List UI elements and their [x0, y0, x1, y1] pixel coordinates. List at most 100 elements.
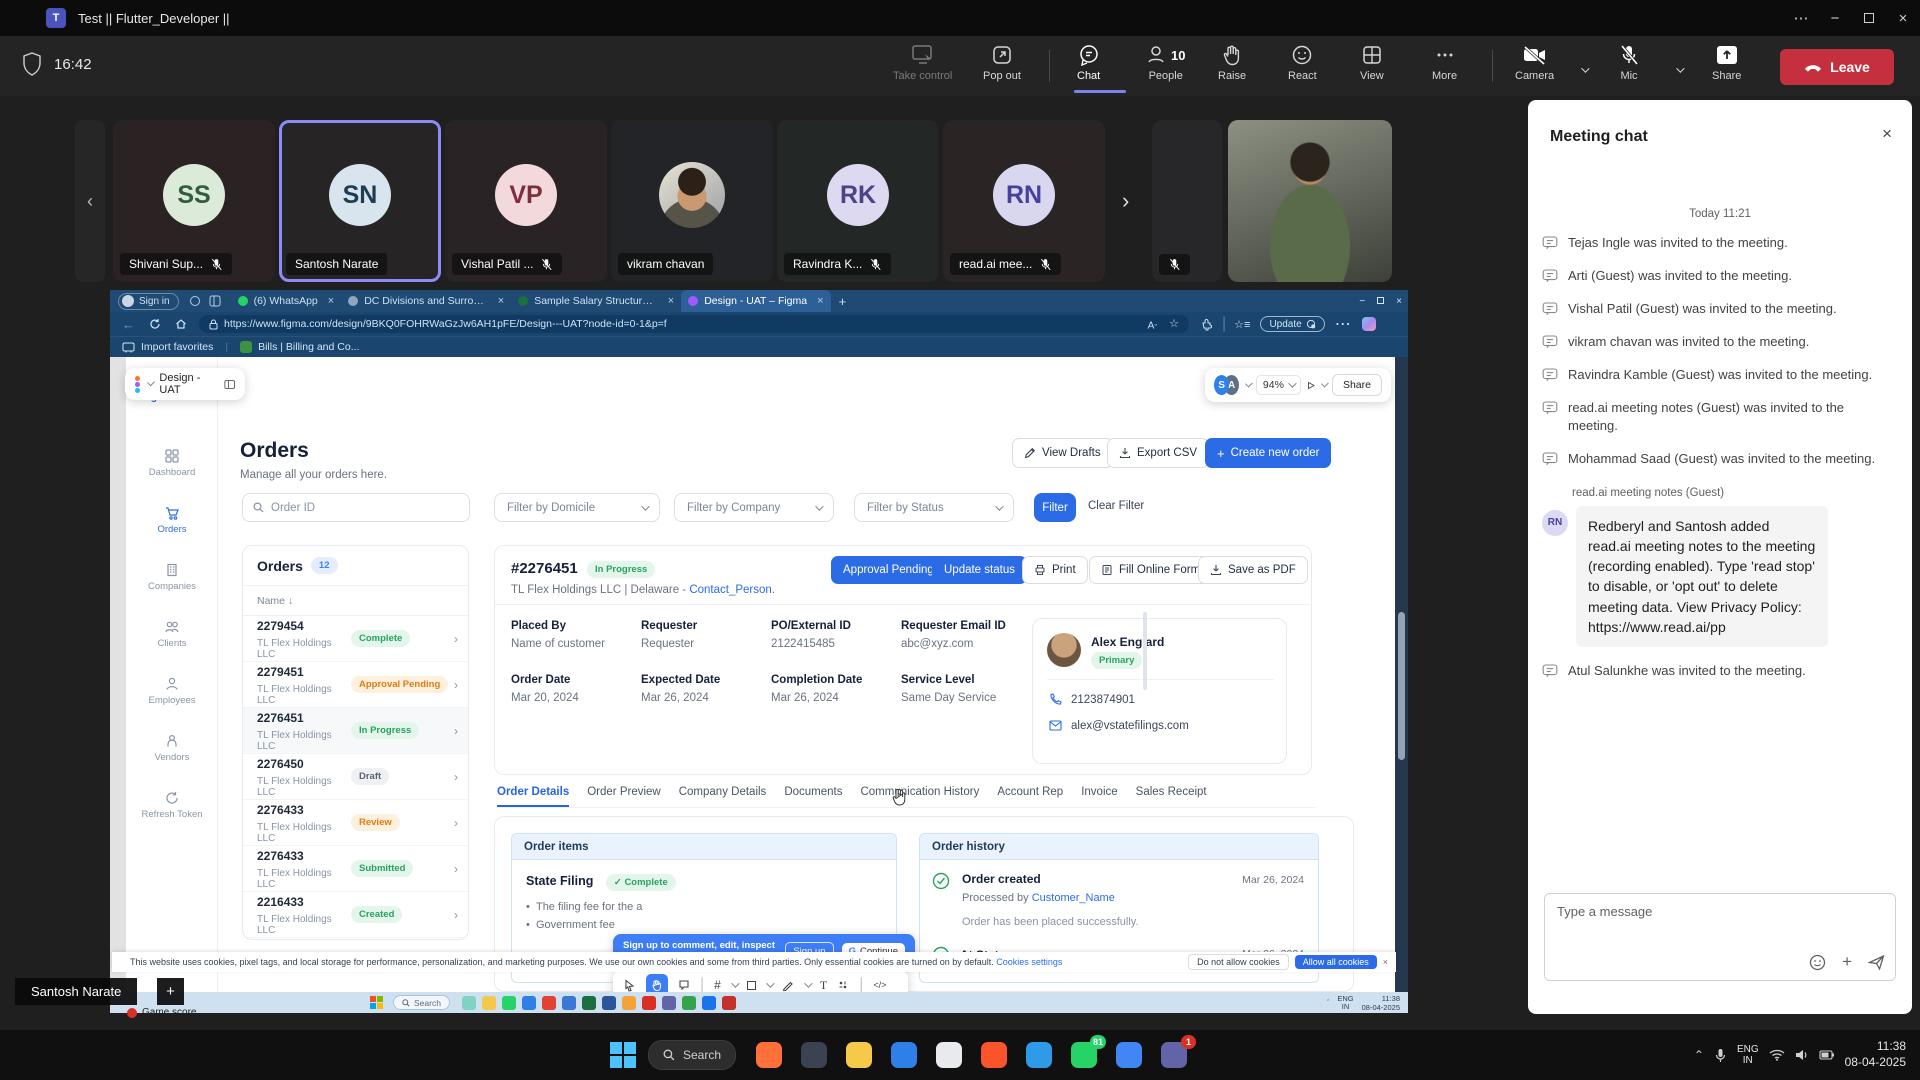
participant-tile-camera[interactable] [1228, 120, 1392, 282]
tab-close-icon[interactable]: × [328, 295, 334, 307]
dev-mode-toggle[interactable]: </> [873, 980, 886, 990]
taskbar-icon-firefox[interactable] [754, 1040, 784, 1070]
sidebar-item-employees[interactable]: Employees [149, 677, 196, 706]
language-indicator[interactable]: ENGIN [1737, 1044, 1759, 1067]
browser-maximize-button[interactable] [1377, 296, 1384, 307]
taskbar-icon-app-dark[interactable] [799, 1040, 829, 1070]
shared-taskbar-app-icon[interactable] [522, 996, 536, 1010]
window-minimize-button[interactable]: − [1818, 0, 1852, 36]
window-maximize-button[interactable] [1852, 0, 1886, 36]
camera-chevron[interactable] [1581, 60, 1587, 78]
sidebar-item-refresh-token[interactable]: Refresh Token [141, 791, 202, 820]
taskbar-icon-brave[interactable] [979, 1040, 1009, 1070]
filter-company-select[interactable]: Filter by Company [674, 493, 834, 522]
more-button[interactable]: More [1432, 44, 1457, 82]
take-control-button[interactable]: Take control [893, 44, 952, 82]
mic-chevron[interactable] [1676, 60, 1682, 78]
tiles-next-button[interactable]: › [1122, 188, 1129, 214]
participant-tile[interactable]: RNread.ai mee... [943, 120, 1105, 282]
approval-pending-button[interactable]: Approval Pending [831, 556, 946, 584]
print-button[interactable]: Print [1022, 556, 1088, 584]
read-aloud-icon[interactable]: Aˬ [1148, 316, 1157, 331]
deny-cookies-button[interactable]: Do not allow cookies [1188, 954, 1289, 970]
fill-online-form-button[interactable]: Fill Online Form [1089, 556, 1212, 584]
chat-input-box[interactable]: Type a message + [1544, 893, 1896, 981]
actions-tool-icon[interactable] [837, 979, 849, 991]
detail-tab-account-rep[interactable]: Account Rep [997, 786, 1063, 807]
start-button[interactable] [610, 1042, 636, 1068]
taskbar-icon-chrome[interactable] [934, 1040, 964, 1070]
shared-start-button[interactable] [370, 996, 383, 1009]
figma-menu-chevron[interactable] [147, 379, 155, 387]
copilot-icon[interactable] [1362, 317, 1376, 331]
sidebar-item-orders[interactable]: Orders [157, 506, 186, 535]
shared-taskbar-app-icon[interactable] [642, 996, 656, 1010]
view-button[interactable]: View [1360, 44, 1384, 82]
vertical-tabs-icon[interactable] [209, 295, 221, 307]
participant-tile[interactable]: SNSantosh Narate [279, 120, 441, 282]
clock[interactable]: 11:3808-04-2025 [1845, 1039, 1906, 1070]
react-button[interactable]: React [1288, 44, 1317, 82]
cookie-settings-link[interactable]: Cookies settings [996, 957, 1062, 967]
detail-tab-communication-history[interactable]: Communication History [860, 786, 979, 807]
hand-tool-active[interactable] [646, 974, 668, 992]
detail-tab-documents[interactable]: Documents [784, 786, 842, 807]
tray-chevron-icon[interactable]: ⌃ [1694, 1048, 1704, 1062]
allow-cookies-button[interactable]: Allow all cookies [1295, 955, 1377, 969]
order-row[interactable]: 2276433TL Flex Holdings LLC Submitted › [243, 846, 468, 892]
window-more-button[interactable]: ⋯ [1784, 0, 1818, 36]
shared-tray-chevron[interactable]: ˆ [1327, 998, 1330, 1007]
shared-taskbar-app-icon[interactable] [482, 996, 496, 1010]
shape-tool-icon[interactable] [747, 981, 756, 990]
sidebar-item-vendors[interactable]: Vendors [155, 734, 190, 763]
chat-button[interactable]: Chat [1077, 44, 1100, 82]
detail-scrollbar[interactable] [1143, 612, 1147, 690]
share-button[interactable]: Share [1712, 44, 1741, 82]
shared-taskbar-app-icon[interactable] [562, 996, 576, 1010]
taskbar-icon-browser-colorful[interactable] [1114, 1040, 1144, 1070]
pop-out-button[interactable]: Pop out [983, 44, 1021, 82]
shared-taskbar-app-icon[interactable] [622, 996, 636, 1010]
prototype-play-icon[interactable] [1307, 380, 1315, 391]
browser-close-button[interactable]: × [1396, 296, 1402, 307]
save-as-pdf-button[interactable]: Save as PDF [1198, 556, 1308, 584]
attach-plus-icon[interactable]: + [1842, 952, 1852, 972]
order-row[interactable]: 2276433TL Flex Holdings LLC Review › [243, 800, 468, 846]
shared-taskbar-app-icon[interactable] [682, 996, 696, 1010]
tab-close-icon[interactable]: × [498, 295, 504, 307]
refresh-icon[interactable] [149, 318, 161, 330]
contact-phone[interactable]: 2123874901 [1071, 694, 1135, 706]
contact-person-link[interactable]: Contact_Person. [689, 584, 775, 596]
order-row-chevron[interactable]: › [454, 770, 458, 784]
browser-minimize-button[interactable]: − [1359, 296, 1365, 307]
view-drafts-button[interactable]: View Drafts [1012, 438, 1113, 468]
window-close-button[interactable]: × [1886, 0, 1920, 36]
pen-tool-chevron[interactable] [804, 979, 812, 987]
order-row-chevron[interactable]: › [454, 678, 458, 692]
new-tab-button[interactable]: + [839, 294, 847, 309]
move-tool-icon[interactable] [623, 979, 636, 992]
cookie-close-icon[interactable]: × [1383, 957, 1388, 967]
order-row[interactable]: 2276450TL Flex Holdings LLC Draft › [243, 754, 468, 800]
browser-menu-icon[interactable]: ⋯ [1335, 314, 1352, 334]
privacy-policy-link[interactable]: https://www.read.ai/pp [1588, 619, 1726, 635]
shared-taskbar-app-icon[interactable] [502, 996, 516, 1010]
text-tool-icon[interactable]: T [820, 978, 827, 993]
taskbar-icon-whatsapp[interactable]: 81 [1069, 1040, 1099, 1070]
shared-taskbar-app-icon[interactable] [462, 996, 476, 1010]
sidebar-item-dashboard[interactable]: Dashboard [149, 449, 195, 478]
browser-tab[interactable]: Sample Salary Structure with calc× [511, 290, 681, 312]
layout-panel-icon[interactable] [224, 379, 235, 390]
collaborators-chevron[interactable] [1245, 380, 1253, 388]
orders-name-column[interactable]: Name ↓ [243, 586, 468, 616]
order-row[interactable]: 2279451TL Flex Holdings LLC Approval Pen… [243, 662, 468, 708]
shared-language-indicator[interactable]: ENGIN [1337, 995, 1353, 1010]
leave-button[interactable]: Leave [1780, 49, 1894, 85]
chat-close-icon[interactable]: × [1882, 124, 1892, 144]
browser-update-button[interactable]: Update [1260, 316, 1324, 332]
filter-status-select[interactable]: Filter by Status [854, 493, 1014, 522]
presenter-label-expand-button[interactable]: + [157, 978, 184, 1005]
browser-tab[interactable]: (6) WhatsApp× [231, 290, 342, 312]
emoji-icon[interactable] [1809, 954, 1826, 971]
wifi-icon[interactable] [1769, 1049, 1785, 1061]
